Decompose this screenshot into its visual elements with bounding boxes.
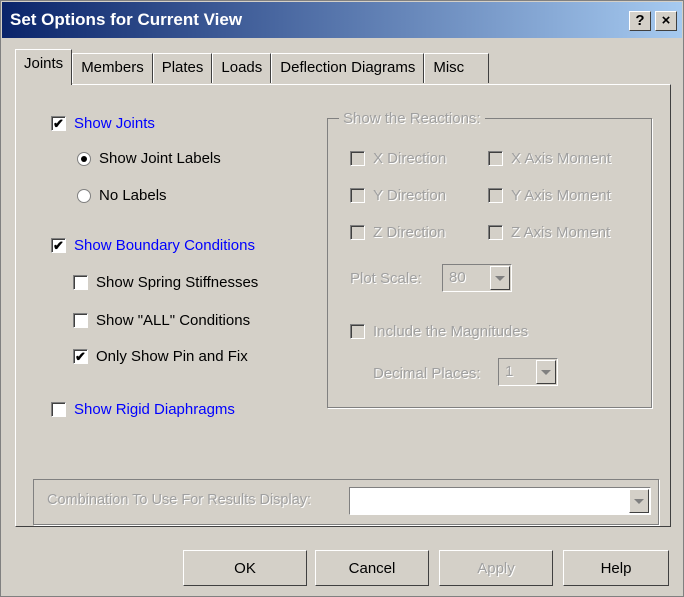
checkbox-box[interactable] (488, 188, 503, 203)
title-bar: Set Options for Current View ? × (2, 2, 682, 38)
checkbox-box[interactable] (350, 188, 365, 203)
checkbox-box[interactable]: ✔ (51, 238, 66, 253)
decimal-places-dropdown[interactable]: 1 (498, 358, 558, 386)
z-direction-checkbox[interactable]: Z Direction (350, 224, 446, 241)
tab-deflection-diagrams[interactable]: Deflection Diagrams (271, 53, 425, 83)
show-joints-label: Show Joints (74, 115, 155, 132)
tab-plates[interactable]: Plates (152, 53, 213, 83)
help-button[interactable]: Help (563, 550, 669, 586)
spring-stiffnesses-label: Show Spring Stiffnesses (96, 274, 259, 291)
x-direction-checkbox[interactable]: X Direction (350, 150, 446, 167)
decimal-places-label: Decimal Places: (373, 365, 481, 382)
show-joints-checkbox[interactable]: ✔ Show Joints (51, 115, 155, 132)
radio-button[interactable] (77, 151, 91, 166)
all-conditions-label: Show "ALL" Conditions (96, 312, 251, 329)
show-joint-labels-radio[interactable]: Show Joint Labels (77, 150, 221, 167)
z-direction-label: Z Direction (373, 224, 446, 241)
pin-fix-label: Only Show Pin and Fix (96, 348, 248, 365)
rigid-diaphragms-label: Show Rigid Diaphragms (74, 401, 235, 418)
x-direction-label: X Direction (373, 150, 447, 167)
checkbox-box[interactable]: ✔ (73, 349, 88, 364)
checkbox-box[interactable] (488, 225, 503, 240)
x-moment-checkbox[interactable]: X Axis Moment (488, 150, 611, 167)
plot-scale-value: 80 (449, 269, 466, 286)
all-conditions-checkbox[interactable]: Show "ALL" Conditions (73, 312, 250, 329)
tab-loads[interactable]: Loads (212, 53, 272, 83)
spring-stiffnesses-checkbox[interactable]: Show Spring Stiffnesses (73, 274, 258, 291)
y-direction-label: Y Direction (373, 187, 447, 204)
checkbox-box[interactable] (51, 402, 66, 417)
combination-dropdown[interactable] (349, 487, 651, 515)
no-labels-radio[interactable]: No Labels (77, 187, 167, 204)
decimal-places-value: 1 (505, 363, 514, 380)
radio-button[interactable] (77, 188, 91, 203)
tab-joints[interactable]: Joints (15, 49, 73, 85)
y-direction-checkbox[interactable]: Y Direction (350, 187, 446, 204)
z-moment-label: Z Axis Moment (511, 224, 611, 241)
no-labels-label: No Labels (99, 187, 167, 204)
tab-members[interactable]: Members (72, 53, 153, 83)
show-joint-labels-label: Show Joint Labels (99, 150, 221, 167)
tab-misc[interactable]: Misc (424, 53, 490, 83)
checkbox-box[interactable] (350, 324, 365, 339)
chevron-down-icon[interactable] (629, 489, 649, 513)
ok-button[interactable]: OK (183, 550, 307, 586)
chevron-down-icon[interactable] (490, 266, 510, 290)
combination-label: Combination To Use For Results Display: (47, 492, 312, 508)
apply-button[interactable]: Apply (439, 550, 553, 586)
checkbox-box[interactable] (73, 275, 88, 290)
include-magnitudes-label: Include the Magnitudes (373, 323, 529, 340)
show-boundary-label: Show Boundary Conditions (74, 237, 255, 254)
checkbox-box[interactable] (350, 151, 365, 166)
reactions-legend: Show the Reactions: (339, 110, 485, 127)
help-icon[interactable]: ? (629, 11, 651, 31)
show-boundary-checkbox[interactable]: ✔ Show Boundary Conditions (51, 237, 255, 254)
y-moment-checkbox[interactable]: Y Axis Moment (488, 187, 611, 204)
checkbox-box[interactable]: ✔ (51, 116, 66, 131)
include-magnitudes-checkbox[interactable]: Include the Magnitudes (350, 323, 528, 340)
chevron-down-icon[interactable] (536, 360, 556, 384)
plot-scale-label: Plot Scale: (350, 270, 422, 287)
y-moment-label: Y Axis Moment (511, 187, 611, 204)
close-icon[interactable]: × (655, 11, 677, 31)
z-moment-checkbox[interactable]: Z Axis Moment (488, 224, 610, 241)
checkbox-box[interactable] (488, 151, 503, 166)
rigid-diaphragms-checkbox[interactable]: Show Rigid Diaphragms (51, 401, 235, 418)
set-options-dialog: Set Options for Current View ? × Joints … (0, 0, 684, 597)
x-moment-label: X Axis Moment (511, 150, 612, 167)
window-title: Set Options for Current View (10, 10, 243, 29)
tab-strip: Joints Members Plates Loads Deflection D… (15, 49, 490, 85)
cancel-button[interactable]: Cancel (315, 550, 429, 586)
checkbox-box[interactable] (350, 225, 365, 240)
plot-scale-dropdown[interactable]: 80 (442, 264, 512, 292)
pin-fix-checkbox[interactable]: ✔ Only Show Pin and Fix (73, 348, 248, 365)
checkbox-box[interactable] (73, 313, 88, 328)
